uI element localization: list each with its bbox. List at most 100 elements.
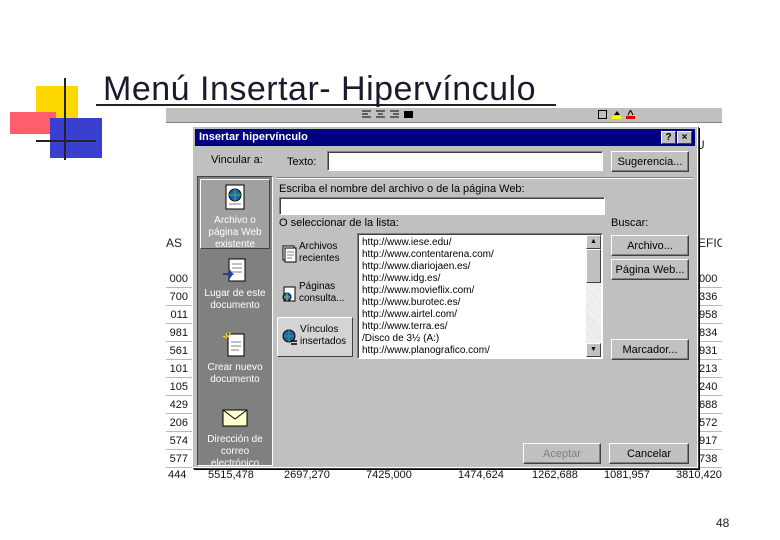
link-to-label-text: Crear nuevo documento xyxy=(207,362,263,385)
sheet-cell: ,572 xyxy=(696,417,718,429)
accept-button[interactable]: Aceptar xyxy=(523,443,601,464)
sheet-cell: ,834 xyxy=(696,327,718,339)
link-to-label-text: Dirección de correo electrónico xyxy=(207,434,263,469)
sheet-cell: 561 xyxy=(169,345,188,357)
sheet-cell: 000 xyxy=(169,273,188,285)
sheet-cell: 011 xyxy=(170,309,188,321)
new-document-icon xyxy=(222,331,245,357)
url-list[interactable]: http://www.iese.edu/ http://www.contenta… xyxy=(357,233,603,359)
sheet-cell: 981 xyxy=(169,327,188,339)
sheet-cell: 206 xyxy=(169,417,188,429)
sheet-cell: ,000 xyxy=(696,273,718,285)
help-button[interactable]: ? xyxy=(661,131,676,144)
sheet-cell: 5515,478 xyxy=(208,469,254,481)
or-select-label: O seleccionar de la lista: xyxy=(279,217,399,229)
align-center-icon xyxy=(376,110,385,118)
decor-vertical-line xyxy=(64,78,66,160)
suggestion-button[interactable]: Sugerencia... xyxy=(611,151,689,172)
link-to-label: Vincular a: xyxy=(211,154,263,166)
email-icon xyxy=(222,409,248,427)
recent-files-icon xyxy=(282,245,297,263)
text-input[interactable] xyxy=(327,151,603,171)
browse-item-recent-files[interactable]: Archivos recientes xyxy=(277,235,353,275)
list-item[interactable]: http://www.contentarena.com/ xyxy=(362,249,494,260)
list-item[interactable]: /Disco de 3½ (A:) xyxy=(362,333,439,344)
fill-color-icon xyxy=(612,111,621,119)
sheet-cell: 1474,624 xyxy=(458,469,504,481)
link-to-label-text: Archivo o página Web existente xyxy=(208,215,262,250)
link-to-label-text: Lugar de este documento xyxy=(204,288,266,311)
text-label: Texto: xyxy=(287,156,317,168)
list-item[interactable]: http://www.airtel.com/ xyxy=(362,309,457,320)
list-item[interactable]: http://www.planografico.com/ xyxy=(362,345,490,356)
list-item[interactable]: http://www.diariojaen.es/ xyxy=(362,261,470,272)
sheet-header-right: EFIC xyxy=(698,236,722,250)
cancel-button[interactable]: Cancelar xyxy=(609,443,689,464)
scroll-thumb[interactable] xyxy=(586,249,601,283)
scroll-down-button[interactable]: ▼ xyxy=(586,343,601,357)
align-right-icon xyxy=(390,110,399,118)
browse-item-label: Páginas consulta... xyxy=(299,281,345,304)
sheet-cell: 3810,420 xyxy=(676,469,722,481)
link-to-new-document[interactable]: Crear nuevo documento xyxy=(200,327,270,393)
sheet-cell: 444 xyxy=(168,469,187,481)
insert-hyperlink-dialog: Insertar hipervínculo ? × Vincular a: Te… xyxy=(192,126,698,469)
search-label: Buscar: xyxy=(611,217,649,229)
list-item[interactable]: http://www.burotec.es/ xyxy=(362,297,460,308)
webpage-button[interactable]: Página Web... xyxy=(611,259,689,280)
align-left-icon xyxy=(362,110,371,118)
sheet-cell: ,240 xyxy=(696,381,718,393)
dialog-title: Insertar hipervínculo xyxy=(199,131,308,143)
sheet-cell: 574 xyxy=(169,435,188,447)
sheet-cell: 105 xyxy=(169,381,188,393)
sheet-cell: ,917 xyxy=(696,435,718,447)
list-item[interactable]: http://www.movieflix.com/ xyxy=(362,285,474,296)
list-item[interactable]: http://www.terra.es/ xyxy=(362,321,448,332)
decor-horizontal-line xyxy=(36,140,96,142)
dialog-titlebar[interactable]: Insertar hipervínculo ? × xyxy=(195,129,695,146)
link-to-existing-file[interactable]: Archivo o página Web existente xyxy=(200,179,270,250)
merge-cells-icon xyxy=(404,111,413,118)
list-item[interactable]: http://www.iese.edu/ xyxy=(362,237,452,248)
scroll-up-button[interactable]: ▲ xyxy=(586,235,601,249)
sheet-cell: ,688 xyxy=(696,399,718,411)
browse-sidebar: Archivos recientes Páginas consulta... V… xyxy=(277,233,353,359)
sheet-cell: 1262,688 xyxy=(532,469,578,481)
sheet-cell: 700 xyxy=(169,291,188,303)
close-button[interactable]: × xyxy=(677,131,692,144)
link-to-place-in-document[interactable]: Lugar de este documento xyxy=(200,253,270,319)
decor-square-blue xyxy=(50,118,102,158)
filename-input[interactable] xyxy=(279,197,605,215)
document-place-icon xyxy=(223,258,246,282)
sheet-cell: ,213 xyxy=(696,363,718,375)
sheet-cell: 577 xyxy=(169,453,188,465)
file-button[interactable]: Archivo... xyxy=(611,235,689,256)
browsed-pages-icon xyxy=(282,286,296,302)
sheet-cell: ,336 xyxy=(696,291,718,303)
sheet-cell: ,931 xyxy=(696,345,718,357)
list-item[interactable]: http://www.idg.es/ xyxy=(362,273,440,284)
separator xyxy=(277,177,693,179)
list-scrollbar[interactable]: ▲ ▼ xyxy=(586,235,601,357)
borders-icon xyxy=(598,110,607,119)
bookmark-button[interactable]: Marcador... xyxy=(611,339,689,360)
web-page-icon xyxy=(225,184,245,210)
browse-item-label: Archivos recientes xyxy=(299,241,340,264)
link-to-bar: Archivo o página Web existente Lugar de … xyxy=(197,176,273,469)
sheet-header-left: AS xyxy=(166,236,183,250)
filename-label: Escriba el nombre del archivo o de la pá… xyxy=(279,183,525,195)
inserted-links-icon xyxy=(282,329,297,345)
sheet-cell: 2697,270 xyxy=(284,469,330,481)
sheet-cell: 1081,957 xyxy=(604,469,650,481)
link-to-email[interactable]: Dirección de correo electrónico xyxy=(200,399,270,469)
browse-item-inserted-links[interactable]: Vínculos insertados xyxy=(277,317,353,357)
page-number: 48 xyxy=(716,516,730,530)
sheet-cell: ,738 xyxy=(696,453,718,465)
sheet-cell: ,958 xyxy=(696,309,718,321)
browse-item-browsed-pages[interactable]: Páginas consulta... xyxy=(277,275,353,315)
sheet-cell: 101 xyxy=(169,363,188,375)
sheet-cell: 7425,000 xyxy=(366,469,412,481)
sheet-toolbar xyxy=(166,108,722,123)
sheet-cell: 429 xyxy=(169,399,188,411)
slide-title: Menú Insertar- Hipervínculo xyxy=(103,70,537,108)
